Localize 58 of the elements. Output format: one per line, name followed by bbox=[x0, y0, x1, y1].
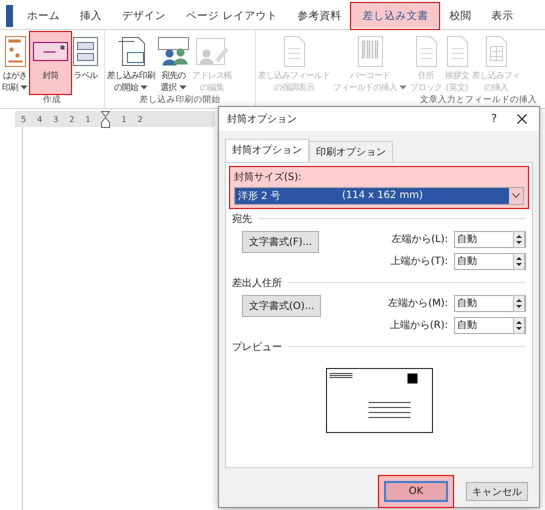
ribbon-button[interactable]: ラベル bbox=[72, 32, 99, 94]
envelope-size-dropdown[interactable]: 洋形 2 号 (114 x 162 mm) bbox=[234, 186, 524, 205]
font-button[interactable]: 文字書式(F)... bbox=[242, 230, 320, 253]
spin-box[interactable]: 自動 bbox=[454, 316, 526, 334]
spin-box[interactable]: 自動 bbox=[454, 252, 526, 270]
envelope-icon bbox=[33, 42, 68, 60]
ribbon-tab[interactable]: 参考資料 bbox=[287, 4, 352, 28]
ribbon-tab[interactable]: 表示 bbox=[481, 4, 524, 28]
section-title: プレビュー bbox=[232, 340, 282, 354]
group-label: 作成 bbox=[42, 94, 62, 107]
document-envelope-icon bbox=[118, 36, 144, 66]
ribbon-tab[interactable]: 校閲 bbox=[439, 4, 482, 28]
field-label: 左端から(L): bbox=[391, 232, 448, 246]
document-icon bbox=[284, 36, 304, 66]
ribbon-tab[interactable]: ホーム bbox=[17, 4, 70, 28]
font-button[interactable]: 文字書式(O)... bbox=[242, 294, 322, 317]
dialog-tab[interactable]: 印刷オプション bbox=[309, 140, 393, 162]
section-title: 宛先 bbox=[232, 212, 252, 226]
ribbon-tab[interactable]: 挿入 bbox=[70, 4, 112, 28]
dialog-tab[interactable]: 封筒オプション bbox=[225, 138, 309, 162]
spinner-arrows-icon bbox=[513, 294, 525, 312]
spin-box[interactable]: 自動 bbox=[454, 230, 526, 248]
barcode-icon bbox=[358, 36, 382, 66]
help-button[interactable]: ? bbox=[491, 112, 497, 126]
field-label: 左端から(M): bbox=[388, 296, 448, 310]
spinner-arrows-icon bbox=[513, 316, 525, 334]
group-label: 差し込み印刷の開始 bbox=[138, 94, 222, 107]
ribbon-tab[interactable]: ページ レイアウト bbox=[176, 4, 288, 28]
dropdown-button[interactable] bbox=[509, 188, 523, 204]
dialog-title: 封筒オプション bbox=[227, 112, 298, 126]
spinner-arrows-icon bbox=[513, 230, 525, 248]
document-icon bbox=[416, 36, 436, 66]
people-icon bbox=[158, 36, 189, 66]
ribbon-button[interactable]: 差し込み印刷 の開始 bbox=[106, 32, 156, 94]
group-label: 文章入力とフィールドの挿入 bbox=[419, 94, 538, 107]
field-label: 封筒サイズ(S): bbox=[234, 170, 303, 184]
ribbon-button[interactable]: はがき 印刷 bbox=[1, 32, 29, 94]
ribbon-tab[interactable]: 差し込み文書 bbox=[351, 2, 440, 28]
ruler: 5 4 3 2 1 1 2 bbox=[15, 111, 215, 127]
close-icon bbox=[517, 114, 527, 124]
field-label: 上端から(T): bbox=[390, 254, 448, 268]
document-icon bbox=[446, 36, 468, 66]
file-tab-edge[interactable] bbox=[6, 4, 13, 26]
section-title: 差出人住所 bbox=[232, 276, 282, 290]
chevron-icon bbox=[512, 193, 520, 198]
ribbon-button[interactable]: 宛先の 選択 bbox=[157, 32, 190, 94]
postcard-icon bbox=[4, 36, 26, 66]
ribbon-tab[interactable]: デザイン bbox=[112, 4, 176, 28]
ribbon-button[interactable]: 封筒 bbox=[30, 32, 71, 94]
dialog-button[interactable]: OK bbox=[384, 481, 448, 502]
table-document-icon bbox=[486, 36, 506, 66]
field-label: 上端から(R): bbox=[390, 318, 448, 332]
indent-marker-icon bbox=[101, 110, 110, 128]
label-sheet-icon bbox=[73, 36, 98, 66]
spin-box[interactable]: 自動 bbox=[454, 294, 526, 312]
spinner-arrows-icon bbox=[513, 252, 525, 270]
dialog-button[interactable]: キャンセル bbox=[466, 482, 528, 501]
address-book-icon bbox=[196, 38, 228, 64]
